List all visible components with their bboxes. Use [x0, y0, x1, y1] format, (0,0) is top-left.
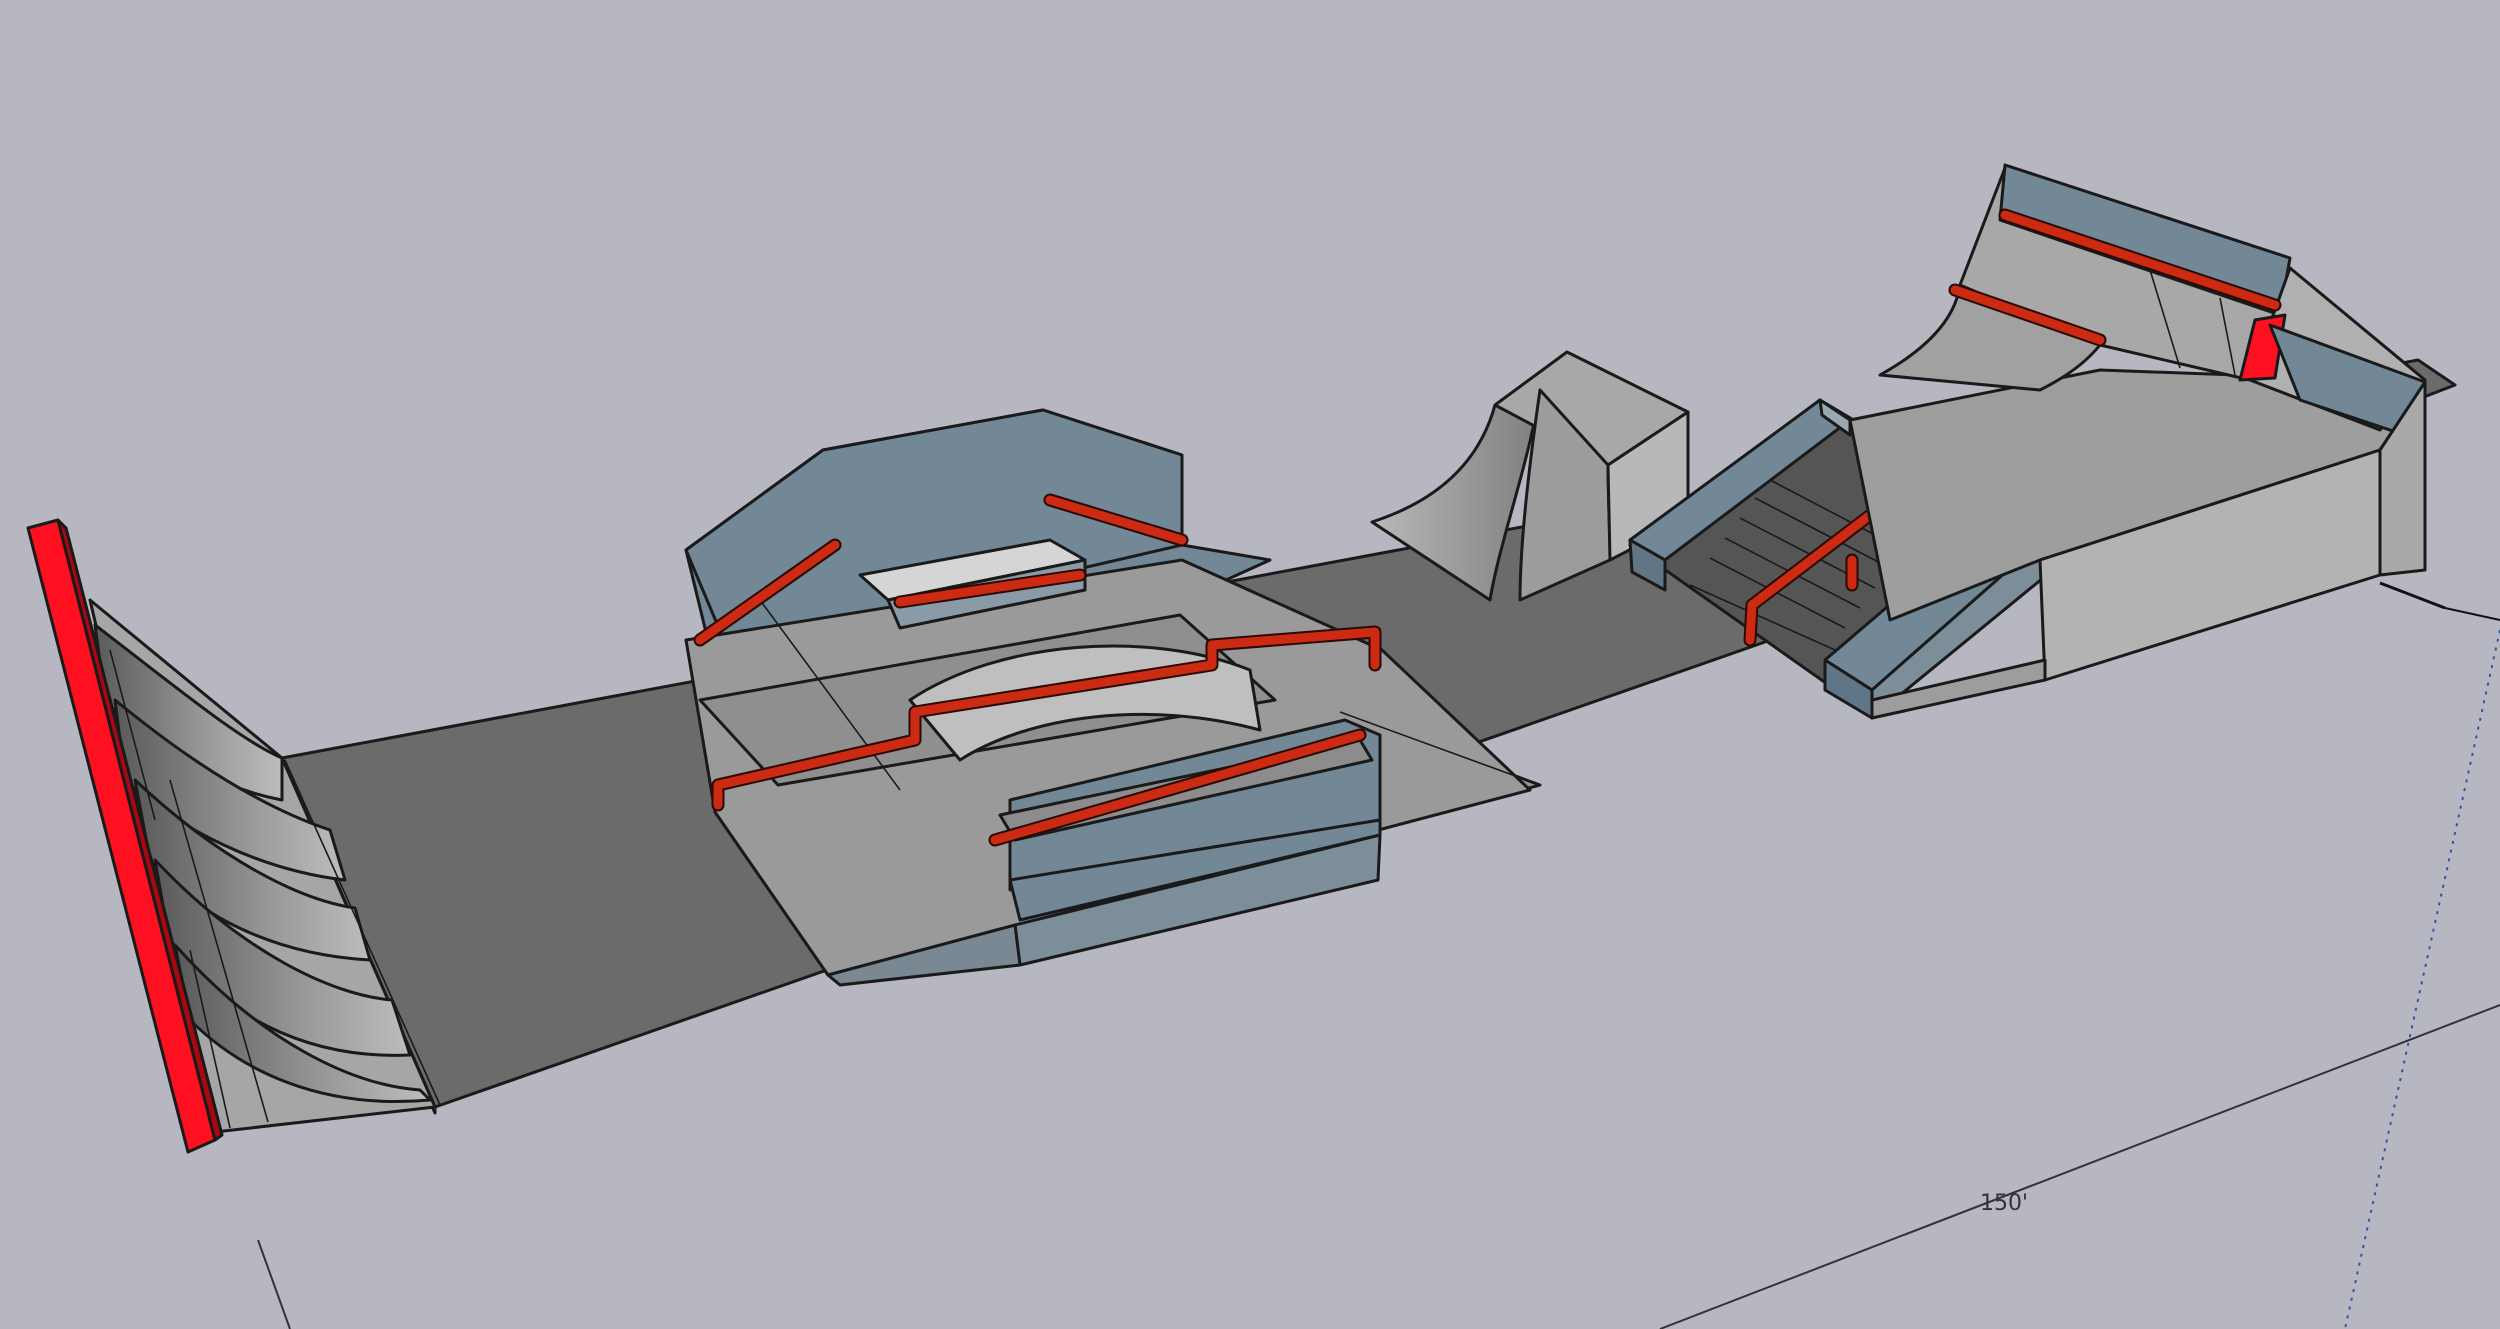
model-viewport[interactable]: 150' [0, 0, 2500, 1329]
green-axis-line [2344, 629, 2500, 1329]
red-axis-line [1659, 1004, 2500, 1329]
blue-axis-line [257, 1239, 291, 1329]
skatepark-model[interactable]: 150' [0, 0, 2500, 1329]
dimension-label[interactable]: 150' [1980, 1191, 2028, 1216]
axis-origin-line [2444, 607, 2500, 621]
central-funbox[interactable] [684, 408, 1542, 987]
axis-origin-tick [2379, 581, 2446, 610]
